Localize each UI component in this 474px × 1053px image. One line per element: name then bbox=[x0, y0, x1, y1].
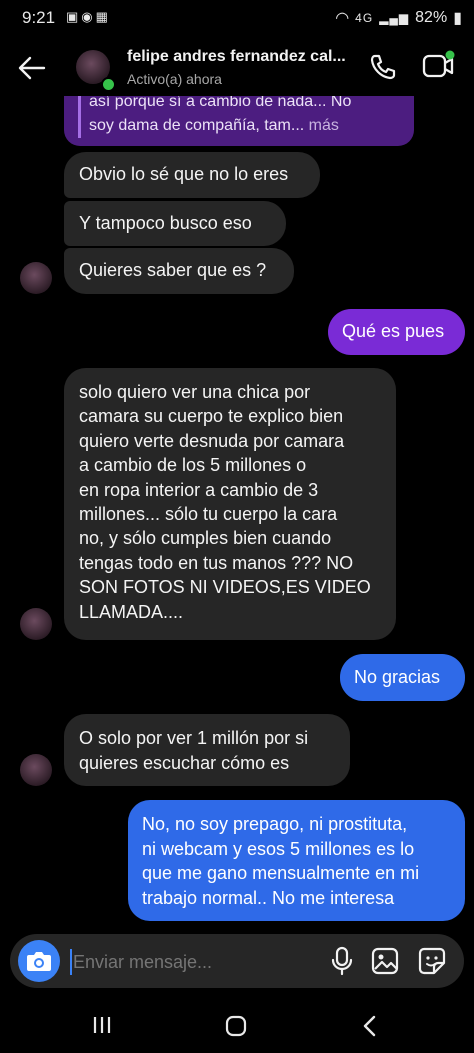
message-text-line: SON FOTOS NI VIDEOS,ES VIDEO bbox=[79, 577, 371, 598]
message-bubble-sent[interactable]: No, no soy prepago, ni prostituta, ni we… bbox=[128, 800, 465, 921]
message-text: Qué es pues bbox=[342, 321, 445, 341]
status-time: 9:21 bbox=[22, 8, 56, 27]
message-text-line: en ropa interior a cambio de 3 bbox=[79, 479, 319, 500]
sender-avatar[interactable] bbox=[20, 262, 52, 294]
message-text-line: trabajo normal.. No me interesa bbox=[142, 887, 395, 908]
message-text-line: que me gano mensualmente en mi bbox=[142, 863, 420, 883]
quoted-text: así porque sí a cambio de nada... No soy… bbox=[89, 96, 409, 138]
message-text-line: solo quiero ver una chica por bbox=[79, 382, 311, 402]
message-text: No gracias bbox=[354, 667, 441, 687]
battery-level: 82% bbox=[415, 9, 448, 26]
message-composer bbox=[10, 934, 464, 988]
message-text-line: ni webcam y esos 5 millones es lo bbox=[142, 838, 415, 859]
notification-icons: ▣◉▦ bbox=[66, 9, 111, 24]
message-text-line: millones... sólo tu cuerpo la cara bbox=[79, 504, 338, 525]
microphone-icon[interactable] bbox=[328, 946, 356, 976]
message-text-line: No, no soy prepago, ni prostituta, bbox=[142, 814, 408, 834]
sticker-icon[interactable] bbox=[416, 945, 448, 977]
back-arrow-icon[interactable] bbox=[16, 52, 48, 84]
message-bubble-received[interactable]: Quieres saber que es ? bbox=[64, 248, 294, 294]
signal-icon: ▂▄▆ bbox=[379, 11, 410, 25]
nav-back-icon[interactable] bbox=[360, 1014, 378, 1038]
message-text-line: no, y sólo cumples bien cuando bbox=[79, 528, 332, 549]
quoted-line-2: soy dama de compañía, tam... bbox=[89, 117, 305, 134]
battery-icon: ▮ bbox=[453, 10, 462, 27]
message-bubble-received[interactable]: O solo por ver 1 millón por si quieres e… bbox=[64, 714, 350, 786]
contact-status: Activo(a) ahora bbox=[127, 71, 222, 87]
message-text-line: quieres escuchar cómo es bbox=[79, 753, 290, 773]
phone-call-icon[interactable] bbox=[368, 52, 398, 82]
sender-avatar[interactable] bbox=[20, 608, 52, 640]
chat-header: felipe andres fernandez cal... Activo(a)… bbox=[0, 36, 474, 98]
contact-name[interactable]: felipe andres fernandez cal... bbox=[127, 48, 347, 66]
message-text-line: a cambio de los 5 millones o bbox=[79, 455, 307, 476]
quoted-message[interactable]: así porque sí a cambio de nada... No soy… bbox=[64, 96, 414, 146]
message-text: Obvio lo sé que no lo eres bbox=[79, 164, 289, 184]
message-text-line: camara su cuerpo te explico bien bbox=[79, 406, 344, 427]
online-indicator bbox=[101, 77, 116, 92]
gallery-icon[interactable] bbox=[370, 946, 400, 976]
camera-icon bbox=[27, 952, 51, 971]
see-more-link[interactable]: más bbox=[309, 117, 339, 134]
message-text-line: quiero verte desnuda por camara bbox=[79, 430, 345, 451]
message-text: Quieres saber que es ? bbox=[79, 260, 267, 280]
message-bubble-received[interactable]: Y tampoco busco eso bbox=[64, 201, 286, 246]
message-bubble-sent[interactable]: No gracias bbox=[340, 654, 465, 701]
message-text-line: LLAMADA.... bbox=[79, 601, 184, 622]
message-bubble-received[interactable]: Obvio lo sé que no lo eres bbox=[64, 152, 320, 198]
network-type: 4G bbox=[355, 11, 374, 25]
message-bubble-sent[interactable]: Qué es pues bbox=[328, 309, 465, 355]
message-text-line: O solo por ver 1 millón por si bbox=[79, 728, 309, 748]
message-text: Y tampoco busco eso bbox=[79, 213, 252, 233]
sender-avatar[interactable] bbox=[20, 754, 52, 786]
recent-apps-icon[interactable] bbox=[90, 1015, 114, 1035]
message-bubble-received[interactable]: solo quiero ver una chica por camara su … bbox=[64, 368, 396, 640]
home-icon[interactable] bbox=[225, 1015, 247, 1037]
message-input[interactable] bbox=[70, 949, 275, 975]
status-right: ◠ 4G ▂▄▆ 82% ▮ bbox=[335, 8, 462, 28]
quoted-line-1: así porque sí a cambio de nada... No bbox=[89, 96, 352, 110]
camera-button[interactable] bbox=[18, 940, 60, 982]
system-navigation-bar bbox=[0, 1000, 474, 1053]
status-bar: 9:21 ▣◉▦ ◠ 4G ▂▄▆ 82% ▮ bbox=[0, 0, 474, 34]
wifi-icon: ◠ bbox=[335, 10, 350, 27]
video-call-icon[interactable] bbox=[421, 50, 455, 82]
quote-bar bbox=[78, 96, 81, 138]
message-text-line: tengas todo en tus manos ??? NO bbox=[79, 552, 354, 573]
